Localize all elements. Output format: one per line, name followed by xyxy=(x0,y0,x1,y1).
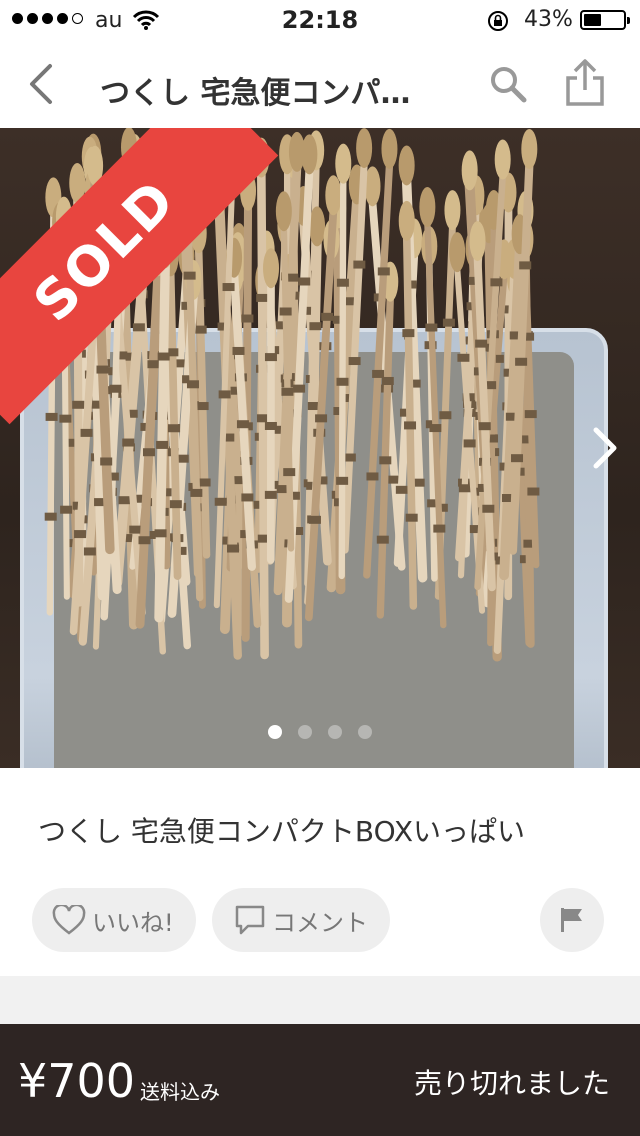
page-dot[interactable] xyxy=(358,725,372,739)
flag-icon xyxy=(561,908,582,932)
page-dot[interactable] xyxy=(268,725,282,739)
purchase-bar: ¥700 送料込み 売り切れました xyxy=(0,1024,640,1136)
sold-out-status: 売り切れました xyxy=(413,1067,610,1100)
photo-pagination xyxy=(0,725,640,739)
status-bar: au 22:18 43% xyxy=(0,0,640,40)
chevron-left-icon xyxy=(30,64,52,104)
heart-icon xyxy=(52,905,86,935)
item-price: ¥700 xyxy=(18,1054,136,1108)
search-button[interactable] xyxy=(486,62,530,106)
report-button[interactable] xyxy=(540,888,604,952)
nav-bar: つくし 宅急便コンパ… xyxy=(0,40,640,128)
search-icon xyxy=(491,67,527,103)
share-icon xyxy=(566,59,604,106)
item-photo[interactable]: SOLD xyxy=(0,128,640,768)
battery-percent: 43% xyxy=(524,7,573,32)
next-photo-button[interactable] xyxy=(590,424,622,472)
battery-icon xyxy=(580,10,630,30)
like-button[interactable]: いいね! xyxy=(32,888,196,952)
rotation-lock-icon xyxy=(488,11,508,31)
page-dot[interactable] xyxy=(298,725,312,739)
page-dot[interactable] xyxy=(328,725,342,739)
back-button[interactable] xyxy=(20,60,68,108)
item-name: つくし 宅急便コンパクトBOXいっぱい xyxy=(38,815,526,848)
comment-label: コメント xyxy=(272,908,368,937)
chevron-right-icon xyxy=(593,427,617,469)
comment-button[interactable]: コメント xyxy=(212,888,390,952)
item-info: つくし 宅急便コンパクトBOXいっぱい いいね! コメント xyxy=(0,768,640,976)
shipping-included: 送料込み xyxy=(140,1080,220,1104)
share-button[interactable] xyxy=(560,58,610,108)
page-title: つくし 宅急便コンパ… xyxy=(100,76,411,111)
comment-icon xyxy=(235,905,265,935)
like-label: いいね! xyxy=(92,908,174,937)
